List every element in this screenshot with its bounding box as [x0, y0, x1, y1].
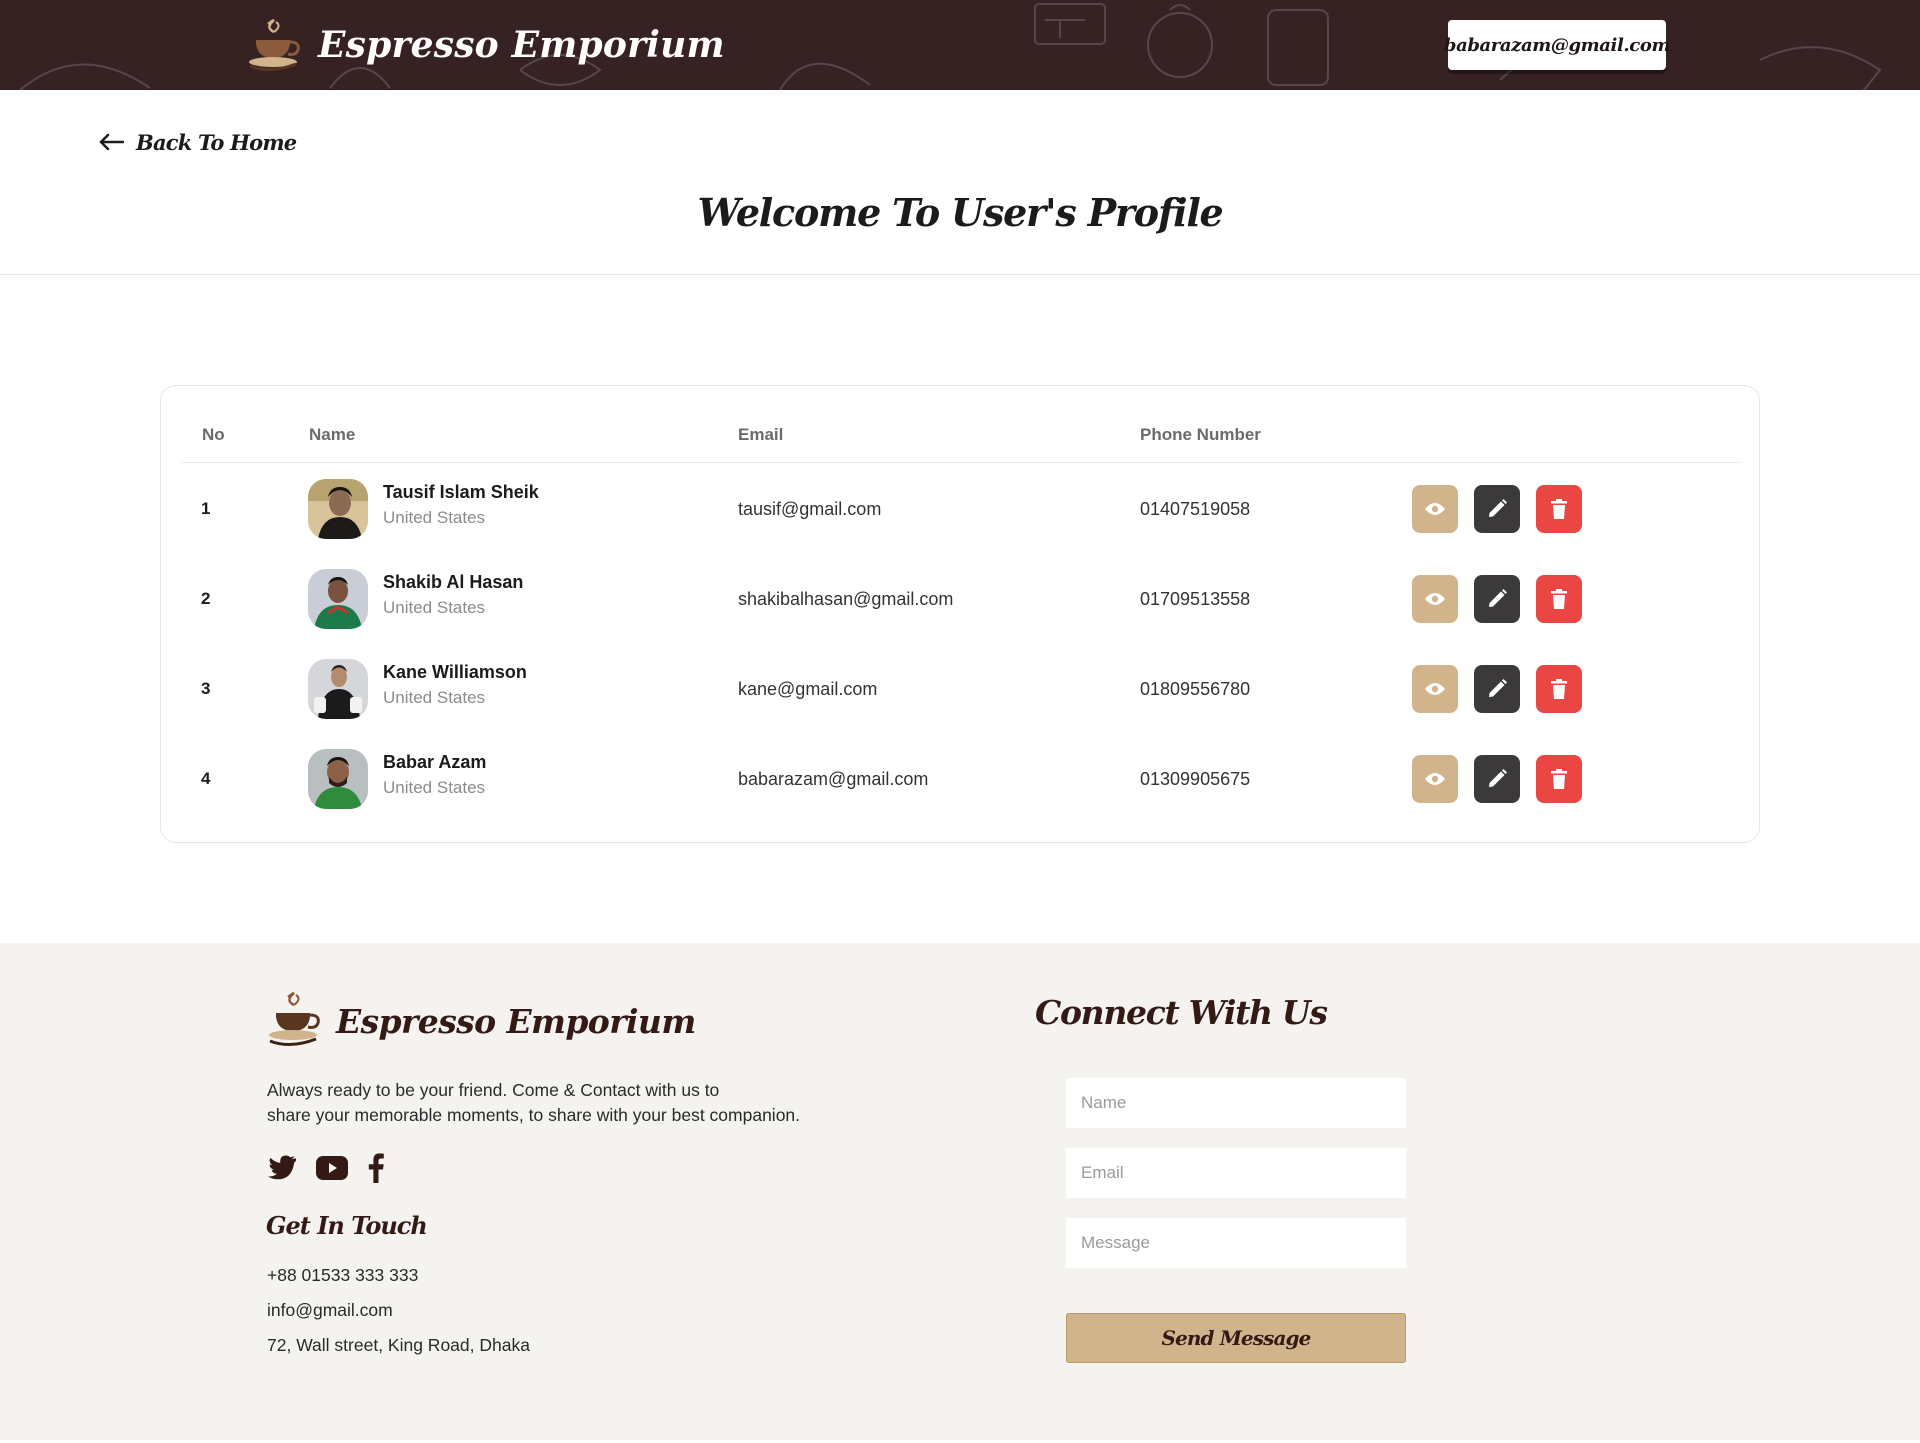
- table-row: 2 Shakib Al Hasan United States shakibal…: [161, 554, 1761, 644]
- trash-icon: [1551, 499, 1567, 519]
- edit-button[interactable]: [1474, 665, 1520, 713]
- contact-phone: +88 01533 333 333: [267, 1265, 419, 1285]
- user-email: babarazam@gmail.com: [738, 769, 929, 789]
- edit-button[interactable]: [1474, 575, 1520, 623]
- user-country: United States: [383, 598, 486, 617]
- column-header-name: Name: [309, 425, 356, 444]
- trash-icon: [1551, 679, 1567, 699]
- view-button[interactable]: [1412, 485, 1458, 533]
- table-header: No Name Email Phone Number: [181, 386, 1741, 463]
- view-button[interactable]: [1412, 575, 1458, 623]
- trash-icon: [1551, 769, 1567, 789]
- edit-button[interactable]: [1474, 755, 1520, 803]
- user-name: Tausif Islam Sheik: [383, 482, 539, 502]
- user-country: United States: [383, 778, 486, 797]
- user-country: United States: [383, 508, 486, 527]
- message-field[interactable]: [1066, 1218, 1406, 1268]
- name-field[interactable]: [1066, 1078, 1406, 1128]
- row-number: 4: [201, 769, 211, 788]
- eye-icon: [1425, 503, 1445, 515]
- column-header-phone: Phone Number: [1140, 425, 1261, 444]
- header-brand[interactable]: Espresso Emporium: [246, 14, 725, 76]
- facebook-icon[interactable]: [368, 1153, 384, 1183]
- user-name: Babar Azam: [383, 752, 487, 772]
- row-number: 2: [201, 589, 211, 608]
- column-header-email: Email: [738, 425, 784, 444]
- user-phone: 01309905675: [1140, 769, 1251, 789]
- tagline-line-2: share your memorable moments, to share w…: [267, 1105, 801, 1125]
- send-message-button[interactable]: Send Message: [1066, 1313, 1406, 1363]
- view-button[interactable]: [1412, 665, 1458, 713]
- eye-icon: [1425, 683, 1445, 695]
- delete-button[interactable]: [1536, 485, 1582, 533]
- back-to-home-link[interactable]: Back To Home: [98, 124, 297, 160]
- footer-brand[interactable]: Espresso Emporium: [266, 991, 696, 1051]
- eye-icon: [1425, 773, 1445, 785]
- user-email: kane@gmail.com: [738, 679, 878, 699]
- connect-with-us-heading: Connect With Us: [1035, 993, 1328, 1032]
- user-country: United States: [383, 688, 486, 707]
- coffee-cup-logo-icon: [269, 992, 320, 1046]
- column-header-no: No: [202, 425, 225, 444]
- email-field[interactable]: [1066, 1148, 1406, 1198]
- trash-icon: [1551, 589, 1567, 609]
- coffee-cup-logo-icon: [249, 19, 300, 71]
- user-name: Shakib Al Hasan: [383, 572, 524, 592]
- row-number: 1: [201, 499, 211, 518]
- pencil-icon: [1489, 499, 1507, 517]
- header-brand-title: Espresso Emporium: [318, 24, 725, 66]
- delete-button[interactable]: [1536, 575, 1582, 623]
- user-phone: 01809556780: [1140, 679, 1251, 699]
- users-table-card: No Name Email Phone Number 1 Tausif Isla…: [160, 385, 1760, 843]
- user-phone: 01407519058: [1140, 499, 1251, 519]
- top-navbar: Espresso Emporium babarazam@gmail.com: [0, 0, 1920, 90]
- arrow-left-icon: [99, 133, 124, 151]
- contact-address: 72, Wall street, King Road, Dhaka: [267, 1335, 530, 1355]
- edit-button[interactable]: [1474, 485, 1520, 533]
- pencil-icon: [1489, 679, 1507, 697]
- get-in-touch-heading: Get In Touch: [266, 1211, 428, 1240]
- social-links: [266, 1153, 384, 1183]
- footer-tagline: Always ready to be your friend. Come & C…: [267, 1078, 867, 1128]
- footer: Espresso Emporium Always ready to be you…: [0, 943, 1920, 1440]
- avatar: [308, 569, 368, 629]
- avatar: [308, 749, 368, 809]
- table-row: 4 Babar Azam United States babarazam@gma…: [161, 734, 1761, 824]
- page-title: Welcome To User's Profile: [697, 190, 1223, 235]
- delete-button[interactable]: [1536, 665, 1582, 713]
- user-phone: 01709513558: [1140, 589, 1251, 609]
- tagline-line-1: Always ready to be your friend. Come & C…: [267, 1080, 720, 1100]
- pencil-icon: [1489, 769, 1507, 787]
- row-number: 3: [201, 679, 211, 698]
- table-row: 1 Tausif Islam Sheik United States tausi…: [161, 464, 1761, 554]
- twitter-icon[interactable]: [266, 1155, 296, 1181]
- section-divider: [0, 274, 1920, 275]
- user-name: Kane Williamson: [383, 662, 527, 682]
- footer-brand-title: Espresso Emporium: [336, 1001, 696, 1041]
- pencil-icon: [1489, 589, 1507, 607]
- youtube-icon[interactable]: [316, 1156, 348, 1180]
- contact-email: info@gmail.com: [267, 1300, 393, 1320]
- user-email-button[interactable]: babarazam@gmail.com: [1444, 20, 1671, 70]
- user-email: shakibalhasan@gmail.com: [738, 589, 954, 609]
- user-email: tausif@gmail.com: [738, 499, 882, 519]
- avatar: [308, 479, 368, 539]
- avatar: [308, 659, 368, 719]
- view-button[interactable]: [1412, 755, 1458, 803]
- delete-button[interactable]: [1536, 755, 1582, 803]
- back-to-home-label: Back To Home: [136, 129, 297, 155]
- eye-icon: [1425, 593, 1445, 605]
- table-row: 3 Kane Williamson United States kane@gma…: [161, 644, 1761, 734]
